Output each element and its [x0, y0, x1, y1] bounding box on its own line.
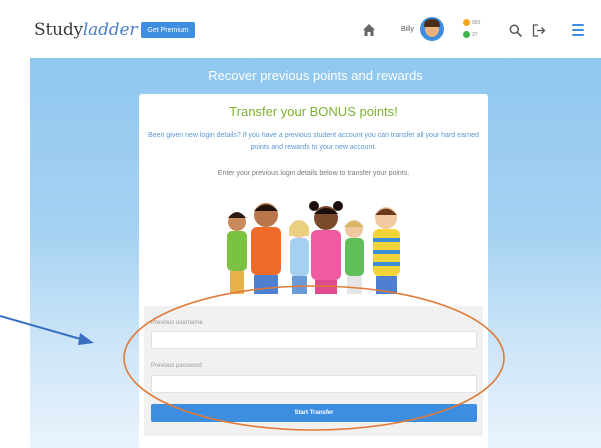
panel-title: Recover previous points and rewards	[208, 68, 423, 83]
menu-line	[572, 34, 584, 36]
username-label: Previous username	[151, 320, 203, 326]
transfer-card: Transfer your BONUS points! Been given n…	[139, 94, 488, 448]
awards-count: 37	[472, 31, 478, 38]
password-input[interactable]	[151, 375, 477, 393]
logout-icon[interactable]	[532, 24, 546, 37]
top-nav: Studyladder Get Premium Billy 950 37	[0, 0, 601, 58]
studyladder-logo[interactable]: Studyladder	[34, 20, 137, 40]
menu-line	[572, 24, 584, 26]
card-description: Been given new login details? If you hav…	[148, 132, 479, 151]
avatar[interactable]	[420, 17, 444, 41]
awards-check-icon	[463, 31, 470, 38]
awards-stat: 37	[463, 31, 478, 38]
points-coin-icon	[463, 19, 470, 26]
avatar-hair	[424, 19, 440, 27]
menu-line	[572, 29, 584, 31]
logo-ladder-text: ladder	[82, 20, 138, 40]
user-name[interactable]: Billy	[401, 26, 414, 33]
search-icon[interactable]	[509, 24, 522, 37]
points-stat: 950	[463, 19, 480, 26]
hamburger-menu-icon[interactable]	[572, 24, 584, 36]
username-input[interactable]	[151, 331, 477, 349]
points-count: 950	[472, 19, 481, 26]
card-heading: Transfer your BONUS points!	[229, 104, 398, 119]
card-instruction: Enter your previous login details below …	[217, 170, 410, 177]
children-illustration	[227, 201, 400, 294]
page: Studyladder Get Premium Billy 950 37 Rec…	[0, 0, 601, 448]
transfer-form: Previous username Previous password Star…	[144, 306, 483, 436]
home-icon[interactable]	[362, 23, 376, 37]
get-premium-button[interactable]: Get Premium	[141, 22, 195, 38]
logo-study-text: Study	[34, 20, 83, 40]
password-label: Previous password	[151, 363, 202, 369]
start-transfer-button[interactable]: Start Transfer	[151, 404, 477, 422]
